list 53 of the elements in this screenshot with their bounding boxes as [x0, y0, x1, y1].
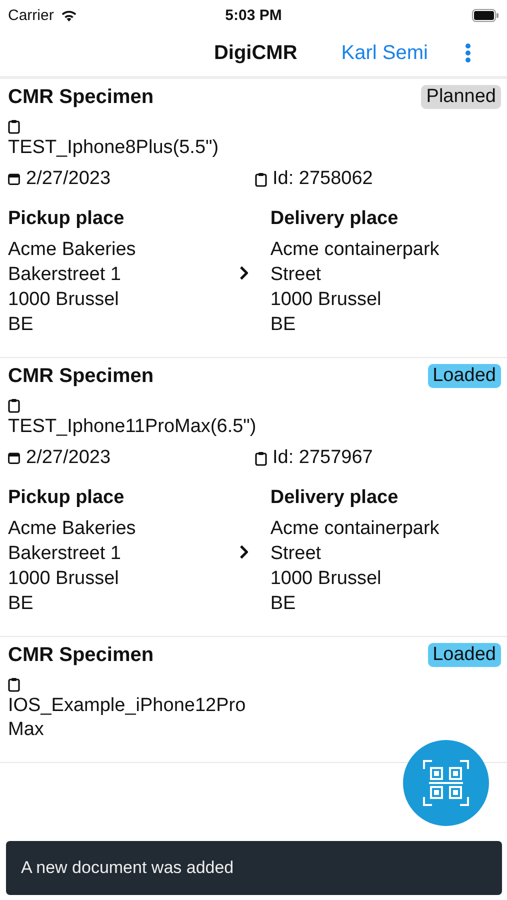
- address-line: 1000 Brussel: [8, 567, 120, 591]
- calendar-icon: [8, 452, 20, 464]
- calendar-icon: [8, 173, 20, 185]
- address-line: 1000 Brussel: [270, 288, 382, 312]
- clipboard-icon: [8, 119, 20, 134]
- document-card[interactable]: CMR Specimen Loaded TEST_Iphone11ProMax(6.5") 2/27/2023 Id: 2757967 Pickup place Acme Bakeries Bakerstreet 1 1000 Brussel BE Delivery place Acme containerpark Street 1000 Brussel BE: [0, 358, 507, 637]
- clipboard-icon: [254, 450, 266, 466]
- card-title: CMR Specimen: [8, 86, 154, 108]
- document-name: TEST_Iphone11ProMax(6.5"): [8, 415, 258, 439]
- document-name: IOS_Example_iPhone12ProMax: [8, 694, 247, 742]
- more-menu-icon[interactable]: [465, 43, 471, 63]
- address-line: Bakerstreet 1: [8, 263, 122, 287]
- clipboard-icon: [254, 172, 266, 186]
- chevron-right-icon: [238, 544, 248, 560]
- pickup-heading: Pickup place: [8, 487, 126, 509]
- status-badge: Loaded: [428, 643, 501, 667]
- address-line: Acme containerpark: [270, 517, 440, 541]
- address-line: Bakerstreet 1: [8, 542, 122, 566]
- pickup-heading: Pickup place: [8, 208, 126, 230]
- clock-time: 5:03 PM: [224, 6, 283, 24]
- address-line: Street: [270, 542, 322, 566]
- address-line: Street: [270, 263, 322, 287]
- clipboard-icon: [8, 398, 20, 413]
- wifi-icon: [60, 8, 78, 22]
- app-title: DigiCMR: [214, 42, 298, 64]
- document-name: TEST_Iphone8Plus(5.5"): [8, 136, 220, 160]
- carrier-label: Carrier: [8, 6, 54, 24]
- clipboard-icon: [8, 677, 20, 692]
- address-line: BE: [270, 592, 297, 616]
- address-line: BE: [8, 313, 34, 337]
- battery-icon: [472, 8, 499, 22]
- address-line: BE: [270, 313, 297, 337]
- user-link[interactable]: Karl Semi: [341, 42, 428, 64]
- document-date: 2/27/2023: [26, 447, 111, 469]
- status-badge: Loaded: [428, 364, 501, 388]
- document-id: Id: 2757967: [272, 447, 373, 469]
- address-line: 1000 Brussel: [270, 567, 382, 591]
- chevron-right-icon: [238, 264, 248, 280]
- address-line: Acme Bakeries: [8, 517, 137, 541]
- toast-message: A new document was added: [6, 841, 502, 895]
- address-line: 1000 Brussel: [8, 288, 120, 312]
- address-line: BE: [8, 592, 34, 616]
- delivery-heading: Delivery place: [270, 487, 400, 509]
- document-date: 2/27/2023: [26, 168, 111, 190]
- address-line: Acme Bakeries: [8, 238, 137, 262]
- document-id: Id: 2758062: [272, 168, 373, 190]
- address-line: Acme containerpark: [270, 238, 440, 262]
- status-badge: Planned: [421, 85, 501, 109]
- qr-code-icon: [422, 759, 470, 807]
- card-title: CMR Specimen: [8, 364, 154, 388]
- delivery-heading: Delivery place: [270, 208, 400, 230]
- card-title: CMR Specimen: [8, 644, 154, 666]
- document-card[interactable]: CMR Specimen Planned TEST_Iphone8Plus(5.5") 2/27/2023 Id: 2758062 Pickup place Acme Bakeries Bakerstreet 1 1000 Brussel BE Delivery place Acme containerpark Street 1000 Brussel BE: [0, 79, 507, 358]
